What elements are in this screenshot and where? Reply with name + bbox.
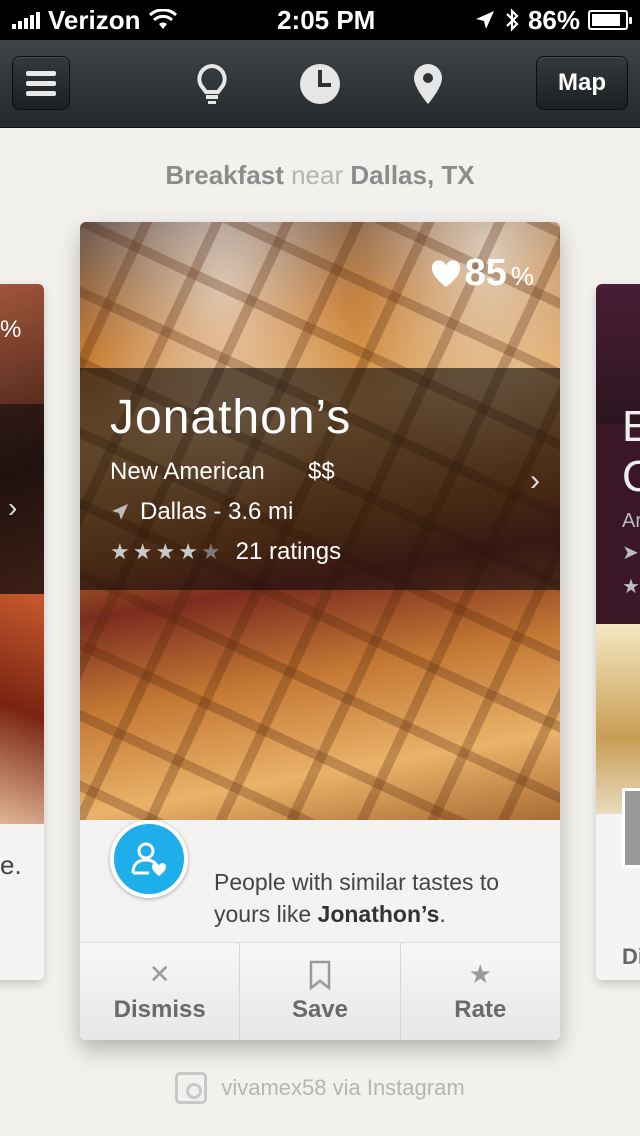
star-icon: ★ (178, 539, 201, 564)
status-bar: Verizon 2:05 PM 86% (0, 0, 640, 40)
restaurant-cuisine: New American (110, 458, 265, 485)
nav-bar: Map (0, 40, 640, 128)
close-icon: ✕ (148, 959, 171, 989)
similar-users-icon (110, 820, 188, 898)
location-pin-icon[interactable] (406, 62, 450, 106)
status-right: 86% (474, 4, 632, 36)
restaurant-rating: ★★★★★ 21 ratings (110, 538, 341, 566)
rate-button[interactable]: ★ Rate (400, 943, 560, 1040)
instagram-icon (175, 1072, 208, 1104)
chevron-right-icon[interactable]: › (530, 464, 540, 498)
match-value: 85 (464, 252, 507, 294)
match-percent: 85 % (431, 252, 534, 295)
clock-icon[interactable] (298, 62, 342, 106)
restaurant-price: $$ (308, 458, 335, 485)
search-context: Breakfast near Dallas, TX (0, 160, 640, 191)
search-near: near (291, 160, 344, 190)
previous-card-text: e. (0, 850, 22, 880)
restaurant-card[interactable]: 85 % Jonathon’s New American $$ Dallas -… (80, 222, 560, 1040)
restaurant-location: Dallas - 3.6 mi (110, 498, 293, 526)
map-button[interactable]: Map (536, 56, 628, 110)
star-icon: ★ (200, 539, 224, 564)
restaurant-name: Jonathon’s (110, 391, 352, 444)
chevron-right-icon: › (8, 492, 18, 523)
action-bar: ✕ Dismiss Save ★ Rate (80, 942, 560, 1040)
lightbulb-icon[interactable] (190, 62, 234, 106)
wifi-icon (149, 9, 178, 29)
heart-icon (431, 259, 460, 287)
recommendation-text: People with similar tastes to yours like… (214, 866, 544, 930)
battery-percent: 86% (527, 4, 580, 35)
star-icon: ★ (622, 576, 640, 598)
next-card-title-line2: C (622, 452, 640, 501)
status-left: Verizon (12, 5, 178, 36)
signal-icon (12, 11, 40, 29)
recommendation-suffix: . (439, 901, 446, 927)
recommendation-name: Jonathon’s (317, 901, 440, 927)
search-location: Dallas, TX (350, 160, 475, 190)
restaurant-distance: Dallas - 3.6 mi (140, 498, 294, 525)
menu-button[interactable] (12, 56, 70, 110)
next-card-photo-lower (596, 624, 640, 814)
previous-card-footer (0, 824, 44, 980)
next-card[interactable]: E C Ar ➤ ★ Di (596, 284, 640, 980)
photo-credit-text: vivamex58 via Instagram (221, 1075, 465, 1100)
previous-card-photo-lower (0, 594, 44, 824)
battery-icon (587, 10, 632, 30)
location-arrow-icon: ➤ (622, 542, 639, 564)
save-label: Save (291, 995, 349, 1023)
location-arrow-icon (475, 11, 494, 29)
star-icon: ★ (155, 539, 179, 564)
star-icon: ★ (468, 959, 492, 989)
previous-card[interactable]: % › e. (0, 284, 44, 980)
next-card-action: Di (622, 944, 640, 969)
restaurant-info[interactable]: Jonathon’s New American $$ Dallas - 3.6 … (80, 368, 560, 590)
rate-label: Rate (454, 995, 507, 1023)
ratings-count: 21 ratings (235, 538, 342, 565)
previous-card-match: % (0, 316, 22, 343)
carrier-label: Verizon (48, 4, 141, 35)
previous-card-overlay (0, 404, 44, 594)
save-button[interactable]: Save (240, 943, 401, 1040)
dismiss-label: Dismiss (113, 995, 206, 1023)
search-category: Breakfast (165, 160, 284, 190)
next-card-subtitle: Ar (622, 510, 640, 532)
bluetooth-icon (506, 8, 519, 32)
status-time: 2:05 PM (277, 4, 376, 35)
bookmark-icon (309, 960, 331, 990)
star-icon: ★ (132, 539, 156, 564)
star-icon: ★ (110, 539, 133, 564)
dismiss-button[interactable]: ✕ Dismiss (80, 943, 241, 1040)
match-symbol: % (510, 261, 534, 291)
next-card-title-line1: E (622, 402, 640, 451)
rating-stars: ★★★★★ (110, 539, 224, 565)
photo-credit[interactable]: vivamex58 via Instagram (0, 1072, 640, 1104)
location-arrow-icon (112, 504, 128, 520)
next-card-avatar (622, 788, 640, 868)
